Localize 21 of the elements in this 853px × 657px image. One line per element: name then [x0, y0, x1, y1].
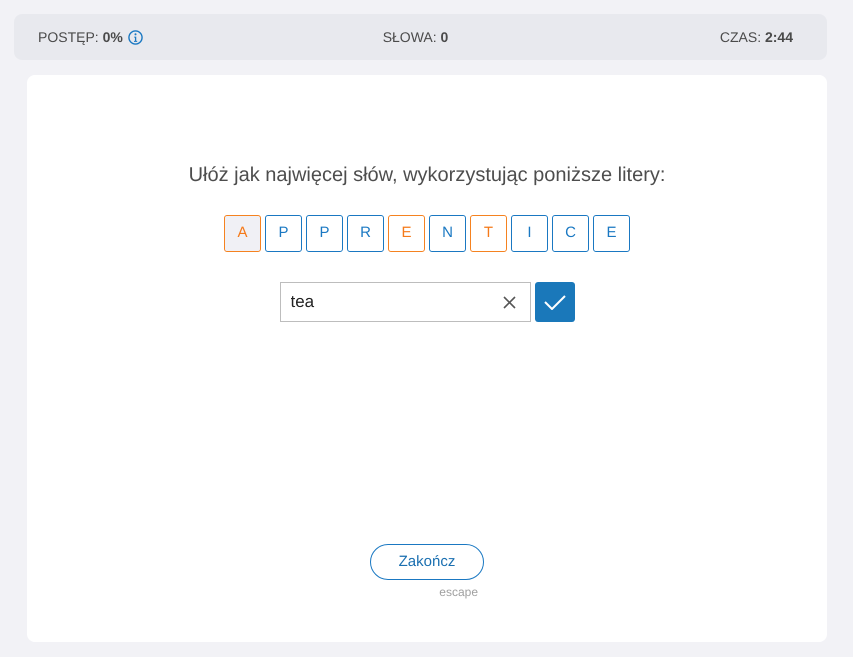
letter-tile[interactable]: I [511, 215, 548, 252]
letter-tile[interactable]: C [552, 215, 589, 252]
letter-tile[interactable]: R [347, 215, 384, 252]
clear-icon[interactable] [502, 296, 516, 309]
letter-tile[interactable]: P [265, 215, 302, 252]
letter-tile[interactable]: E [388, 215, 425, 252]
info-icon[interactable] [128, 30, 143, 44]
shortcut-hint: escape [439, 584, 478, 600]
letter-tile[interactable]: T [470, 215, 507, 252]
letter-tile[interactable]: P [306, 215, 343, 252]
letter-tile[interactable]: N [429, 215, 466, 252]
letter-tile[interactable]: A [224, 215, 261, 252]
progress-text: POSTĘP: 0% [38, 28, 123, 47]
timer-text: CZAS: 2:44 [720, 28, 794, 46]
finish-button[interactable]: Zakończ [370, 544, 484, 580]
checkmark-icon [544, 294, 566, 310]
check-button[interactable] [534, 282, 574, 322]
words-count-text: SŁOWA: 0 [382, 28, 448, 46]
answer-field[interactable]: tea [280, 282, 530, 322]
letter-tile[interactable]: E [593, 215, 630, 252]
instruction-text: Ułóż jak najwięcej słów, wykorzystując poniższe litery: [188, 163, 666, 188]
